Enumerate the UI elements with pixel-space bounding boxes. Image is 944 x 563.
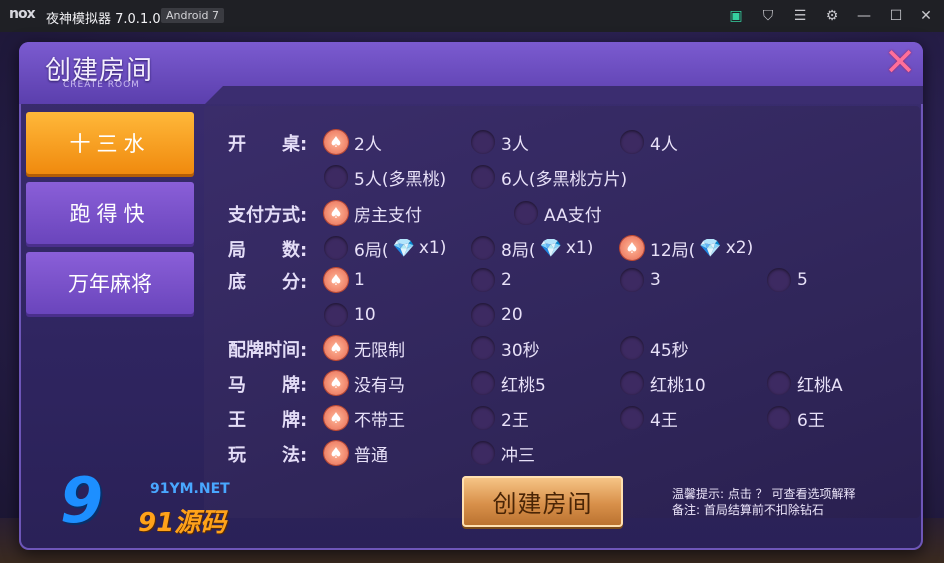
radio[interactable] <box>471 165 495 189</box>
option-time-45[interactable]: 45秒 <box>620 336 689 361</box>
radio[interactable] <box>514 201 538 225</box>
tab-wannian-majiang[interactable]: 万年麻将 <box>26 252 194 314</box>
shirt-icon[interactable]: ⛉ <box>759 7 777 25</box>
label-rounds: 局 数: <box>228 240 308 261</box>
note-text: 备注: 首局结算前不扣除钻石 <box>672 503 824 517</box>
option-tables-6[interactable]: 6人(多黑桃方片) <box>471 165 627 190</box>
option-king-6[interactable]: 6王 <box>767 406 825 431</box>
radio[interactable] <box>324 303 348 327</box>
option-score-1[interactable]: 1 <box>324 268 365 292</box>
gear-icon[interactable]: ⚙ <box>823 7 841 25</box>
label-score: 底 分: <box>228 272 308 293</box>
radio[interactable] <box>471 336 495 360</box>
option-payment-aa[interactable]: AA支付 <box>514 201 602 226</box>
option-score-3[interactable]: 3 <box>620 268 661 292</box>
watermark-url: 91YM.NET <box>150 481 230 497</box>
radio[interactable] <box>471 130 495 154</box>
radio[interactable] <box>324 165 348 189</box>
option-tables-4[interactable]: 4人 <box>620 130 678 155</box>
radio[interactable] <box>767 371 791 395</box>
label-horse: 马 牌: <box>228 375 308 396</box>
dialog-subtitle: CREATE ROOM <box>63 80 140 90</box>
nox-logo: nox <box>9 6 36 22</box>
close-icon[interactable]: ✕ <box>917 7 935 25</box>
option-horse-ha[interactable]: 红桃A <box>767 371 843 396</box>
diamond-icon: 💎 <box>699 237 722 259</box>
option-play-normal[interactable]: 普通 <box>324 441 388 466</box>
option-horse-none[interactable]: 没有马 <box>324 371 405 396</box>
android-version-badge: Android 7 <box>161 8 225 23</box>
radio[interactable] <box>620 336 644 360</box>
radio[interactable] <box>620 130 644 154</box>
radio[interactable] <box>471 441 495 465</box>
option-horse-h10[interactable]: 红桃10 <box>620 371 706 396</box>
label-king: 王 牌: <box>228 410 308 431</box>
radio-selected[interactable] <box>324 268 348 292</box>
diamond-icon: 💎 <box>539 237 562 259</box>
radio[interactable] <box>471 236 495 260</box>
dialog-close-button[interactable]: ✕ <box>883 43 917 81</box>
bag-icon[interactable]: ▣ <box>727 7 745 25</box>
option-horse-h5[interactable]: 红桃5 <box>471 371 546 396</box>
radio[interactable] <box>471 303 495 327</box>
option-payment-owner[interactable]: 房主支付 <box>324 201 422 226</box>
option-tables-3[interactable]: 3人 <box>471 130 529 155</box>
watermark-logo: 9 <box>60 464 104 537</box>
option-rounds-6[interactable]: 6局( 💎 x1) <box>324 236 446 261</box>
tab-shisanshui[interactable]: 十三水 <box>26 112 194 174</box>
option-king-none[interactable]: 不带王 <box>324 406 405 431</box>
option-rounds-8[interactable]: 8局( 💎 x1) <box>471 236 593 261</box>
hint-text: 温馨提示: 点击 ？ 可查看选项解释 <box>672 487 856 501</box>
label-play: 玩 法: <box>228 445 308 466</box>
option-play-chongsan[interactable]: 冲三 <box>471 441 535 466</box>
radio-selected[interactable] <box>324 406 348 430</box>
emulator-titlebar: nox 夜神模拟器 7.0.1.0 Android 7 ▣ ⛉ ☰ ⚙ — ☐ … <box>0 0 944 32</box>
option-time-30[interactable]: 30秒 <box>471 336 540 361</box>
radio[interactable] <box>471 406 495 430</box>
watermark-text: 91源码 <box>138 508 227 538</box>
option-king-4[interactable]: 4王 <box>620 406 678 431</box>
option-score-5[interactable]: 5 <box>767 268 808 292</box>
radio-selected[interactable] <box>324 336 348 360</box>
create-room-button[interactable]: 创建房间 <box>462 476 623 527</box>
option-score-20[interactable]: 20 <box>471 303 523 327</box>
radio[interactable] <box>620 406 644 430</box>
option-rounds-12[interactable]: 12局( 💎 x2) <box>620 236 753 261</box>
radio[interactable] <box>620 371 644 395</box>
option-score-10[interactable]: 10 <box>324 303 376 327</box>
label-tables: 开 桌: <box>228 134 308 155</box>
radio[interactable] <box>471 268 495 292</box>
dialog-header-notch <box>205 86 923 104</box>
label-payment: 支付方式: <box>228 205 308 226</box>
option-tables-2[interactable]: 2人 <box>324 130 382 155</box>
radio-selected[interactable] <box>324 371 348 395</box>
radio-selected[interactable] <box>620 236 644 260</box>
minimize-icon[interactable]: — <box>855 7 873 25</box>
diamond-icon: 💎 <box>392 237 415 259</box>
radio-selected[interactable] <box>324 441 348 465</box>
tab-paodekuai[interactable]: 跑得快 <box>26 182 194 244</box>
radio-selected[interactable] <box>324 130 348 154</box>
radio[interactable] <box>471 371 495 395</box>
option-tables-5[interactable]: 5人(多黑桃) <box>324 165 446 190</box>
maximize-icon[interactable]: ☐ <box>887 7 905 25</box>
emulator-title: 夜神模拟器 7.0.1.0 <box>46 12 161 27</box>
radio-selected[interactable] <box>324 201 348 225</box>
radio[interactable] <box>324 236 348 260</box>
menu-icon[interactable]: ☰ <box>791 7 809 25</box>
radio[interactable] <box>767 406 791 430</box>
label-time: 配牌时间: <box>228 340 308 361</box>
option-king-2[interactable]: 2王 <box>471 406 529 431</box>
option-time-unlimited[interactable]: 无限制 <box>324 336 405 361</box>
radio[interactable] <box>620 268 644 292</box>
radio[interactable] <box>767 268 791 292</box>
option-score-2[interactable]: 2 <box>471 268 512 292</box>
